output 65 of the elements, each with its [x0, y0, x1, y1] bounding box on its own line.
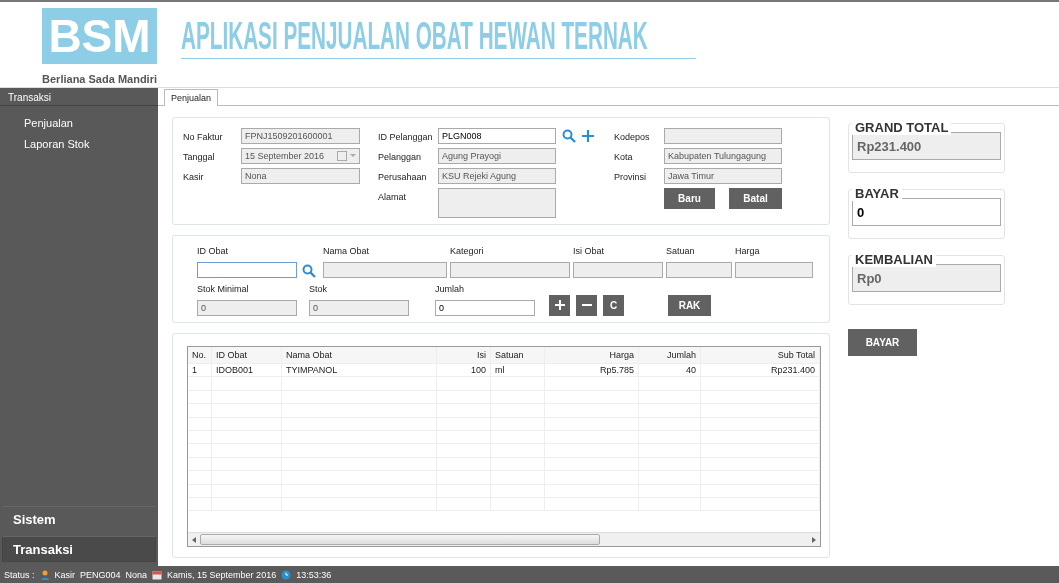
column-header: No. — [188, 347, 212, 363]
rak-button[interactable]: RAK — [668, 295, 711, 316]
field-label: Alamat — [378, 191, 407, 204]
field-label: Jumlah — [435, 283, 465, 296]
sidebar-item[interactable]: Penjualan — [0, 114, 158, 132]
column-header: Nama Obat — [282, 347, 437, 363]
field-label: Tanggal — [183, 151, 216, 164]
scroll-left-icon[interactable] — [192, 536, 196, 543]
field-label: Provinsi — [614, 171, 647, 184]
column-header: ID Obat — [212, 347, 282, 363]
sidebar-section-title: Transaksi — [0, 88, 158, 106]
input-field[interactable]: PLGN008 — [438, 128, 556, 144]
field-label: Pelanggan — [378, 151, 423, 164]
input-field[interactable] — [197, 262, 297, 278]
search-icon[interactable] — [302, 264, 316, 278]
field-label: Kota — [614, 151, 634, 164]
logo: BSM — [42, 8, 157, 64]
field-label: ID Pelanggan — [378, 131, 434, 144]
calendar-icon — [152, 569, 163, 580]
input-field[interactable]: 0 — [852, 198, 1001, 226]
company-name: Berliana Sada Mandiri — [42, 73, 157, 85]
scrollbar-thumb[interactable] — [200, 534, 600, 545]
add-button[interactable] — [549, 295, 570, 316]
calendar-dropdown-icon[interactable] — [337, 151, 357, 161]
sidebar-item[interactable]: Laporan Stok — [0, 135, 158, 153]
action-button[interactable]: Batal — [729, 188, 782, 209]
user-role: Kasir — [54, 569, 76, 580]
field-label: Isi Obat — [573, 245, 605, 258]
user-id: PENG004 — [80, 569, 121, 580]
app-title: APLIKASI PENJUALAN OBAT HEWAN TERNAK — [181, 16, 648, 56]
column-header: Isi — [437, 347, 491, 363]
field-label: Stok — [309, 283, 328, 296]
plus-icon[interactable] — [582, 130, 594, 142]
clear-button[interactable]: C — [603, 295, 624, 316]
field-label: Satuan — [666, 245, 696, 258]
status-label: Status : — [4, 569, 35, 580]
field-label: Harga — [735, 245, 761, 258]
field-label: Kasir — [183, 171, 205, 184]
scroll-right-icon[interactable] — [812, 536, 816, 543]
field-label: ID Obat — [197, 245, 229, 258]
sidebar-group[interactable]: Sistem — [2, 506, 156, 532]
column-header: Sub Total — [701, 347, 820, 363]
remove-button[interactable] — [576, 295, 597, 316]
field-label: Stok Minimal — [197, 283, 250, 296]
field-label: Nama Obat — [323, 245, 371, 258]
action-button[interactable]: Baru — [664, 188, 715, 209]
column-header: Harga — [545, 347, 639, 363]
field-label: Kategori — [450, 245, 485, 258]
column-header: Satuan — [491, 347, 545, 363]
pay-button[interactable]: BAYAR — [848, 329, 917, 356]
tab[interactable]: Penjualan — [164, 89, 219, 106]
field-label: No Faktur — [183, 131, 224, 144]
sidebar-group[interactable]: Transaksi — [2, 536, 156, 562]
field-label: Perusahaan — [378, 171, 428, 184]
status-date: Kamis, 15 September 2016 — [167, 569, 277, 580]
user-icon — [39, 569, 50, 580]
column-header: Jumlah — [639, 347, 701, 363]
horizontal-scrollbar[interactable] — [188, 532, 820, 546]
input-field[interactable]: 0 — [435, 300, 535, 316]
clock-icon — [281, 569, 292, 580]
field-label: Kodepos — [614, 131, 651, 144]
status-time: 13:53:36 — [296, 569, 332, 580]
search-icon[interactable] — [562, 129, 576, 143]
plus-icon — [554, 299, 565, 310]
user-name: Nona — [125, 569, 148, 580]
